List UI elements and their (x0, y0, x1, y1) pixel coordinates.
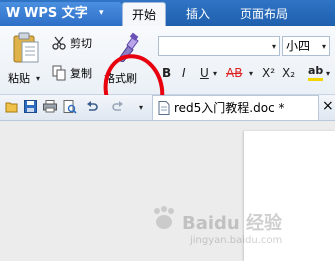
chevron-down-icon: ▾ (99, 8, 104, 18)
superscript-button[interactable]: X² (262, 66, 275, 80)
save-icon[interactable] (24, 100, 37, 113)
close-icon[interactable]: × (322, 99, 334, 113)
tab-page-layout-label: 页面布局 (240, 7, 289, 21)
tab-home-label: 开始 (131, 8, 156, 22)
tab-insert[interactable]: 插入 (186, 2, 210, 26)
chevron-down-icon[interactable]: ▾ (249, 69, 253, 78)
chevron-down-icon: ▾ (271, 42, 276, 51)
italic-button[interactable]: I (182, 66, 186, 80)
tab-insert-label: 插入 (186, 7, 211, 21)
document-tab[interactable]: red5入门教程.doc * (152, 95, 319, 120)
paste-label: 粘贴 (8, 72, 30, 85)
print-preview-icon[interactable] (63, 100, 77, 114)
strikethrough-button[interactable]: AB (226, 66, 242, 80)
highlight-button[interactable]: ab (308, 64, 324, 81)
subscript-button[interactable]: X₂ (282, 66, 295, 80)
ribbon-toolbar: 粘贴 ▾ 剪切 复制 格式刷 ▾ 小四 ▾ B I U ▾ AB ▾ X² X₂… (0, 26, 335, 132)
underline-button[interactable]: U (200, 66, 209, 80)
watermark-sub: jingyan.baidu.com (190, 235, 283, 246)
chevron-down-icon: ▾ (36, 74, 41, 83)
bold-button[interactable]: B (162, 66, 171, 80)
font-size-select[interactable]: 小四 ▾ (282, 36, 330, 56)
open-folder-icon[interactable] (5, 101, 19, 113)
undo-icon[interactable] (86, 101, 98, 113)
copy-label: 复制 (70, 67, 92, 80)
chevron-down-icon[interactable]: ▾ (326, 69, 330, 78)
chevron-down-icon[interactable]: ▾ (139, 103, 143, 112)
paste-button[interactable]: 粘贴 ▾ (6, 32, 46, 88)
clipboard-icon (13, 32, 39, 63)
scissors-icon (52, 36, 66, 50)
cut-label: 剪切 (70, 37, 92, 50)
wps-logo-icon: W (5, 6, 21, 21)
baidu-paw-icon (154, 206, 174, 229)
font-size-value: 小四 (286, 39, 311, 53)
tab-page-layout[interactable]: 页面布局 (240, 2, 288, 26)
title-bar: W WPS 文字 ▾ 开始 插入 页面布局 (0, 0, 335, 27)
font-name-field[interactable]: ▾ (158, 36, 280, 56)
tab-home[interactable]: 开始 (122, 2, 166, 27)
quick-access-bar: ▾ red5入门教程.doc * × (0, 95, 335, 121)
copy-button[interactable]: 复制 (52, 65, 100, 83)
chevron-down-icon: ▾ (321, 42, 326, 51)
app-menu-button[interactable]: W WPS 文字 ▾ (0, 2, 122, 26)
redo-icon[interactable] (112, 101, 124, 113)
chevron-down-icon[interactable]: ▾ (213, 69, 217, 78)
app-name: WPS 文字 (24, 6, 88, 21)
document-icon (158, 101, 170, 115)
baidu-watermark: Baidu 经验 jingyan.baidu.com (150, 203, 330, 253)
cut-button[interactable]: 剪切 (52, 35, 100, 53)
watermark-text: Baidu 经验 (182, 213, 283, 234)
copy-icon (52, 65, 66, 81)
print-icon[interactable] (43, 100, 57, 113)
document-tab-title: red5入门教程.doc * (174, 101, 285, 115)
